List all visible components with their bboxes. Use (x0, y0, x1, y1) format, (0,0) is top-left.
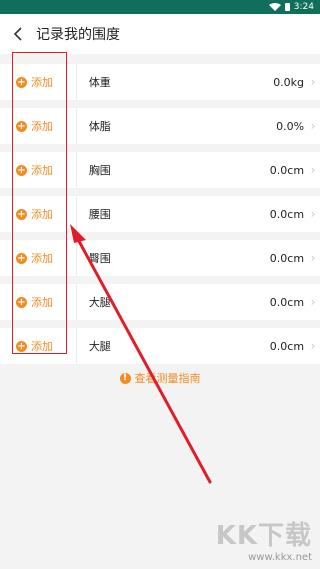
measurement-name: 体脂 (88, 120, 111, 133)
measurement-row-hip: + 添加 臀围 0.0cm › (0, 240, 320, 276)
add-button[interactable]: + 添加 (0, 74, 70, 90)
measurement-name: 腰围 (88, 208, 111, 221)
status-icons: 3:24 (268, 2, 314, 12)
measurement-name: 臀围 (88, 252, 111, 265)
chevron-right-icon[interactable]: › (306, 119, 320, 133)
measurement-name: 大腿 (88, 296, 111, 309)
chevron-right-icon[interactable]: › (306, 163, 320, 177)
plus-circle-icon: + (16, 164, 27, 176)
back-button[interactable] (10, 26, 26, 42)
add-label: 添加 (31, 296, 53, 309)
measurement-value[interactable]: 0.0cm (216, 208, 304, 221)
chevron-right-icon[interactable]: › (306, 339, 320, 353)
chevron-left-icon (13, 27, 22, 41)
watermark: KK下载 www.kkx.net (216, 515, 312, 563)
add-label: 添加 (31, 340, 53, 353)
measurement-row-thigh-2: + 添加 大腿 0.0cm › (0, 328, 320, 364)
measurement-value[interactable]: 0.0cm (216, 296, 304, 309)
status-bar: 3:24 (0, 0, 320, 14)
status-time: 3:24 (293, 2, 314, 12)
measurement-row-thigh: + 添加 大腿 0.0cm › (0, 284, 320, 320)
measurement-value[interactable]: 0.0cm (216, 252, 304, 265)
plus-circle-icon: + (16, 76, 27, 88)
measurement-guide-link[interactable]: ! 查看测量指南 (0, 370, 320, 386)
measurement-name: 胸围 (88, 164, 111, 177)
add-label: 添加 (31, 252, 53, 265)
page-title: 记录我的围度 (36, 27, 120, 43)
measurement-name: 大腿 (88, 340, 111, 353)
add-label: 添加 (31, 120, 53, 133)
measurement-row-waist: + 添加 腰围 0.0cm › (0, 196, 320, 232)
add-button[interactable]: + 添加 (0, 206, 70, 222)
measurement-value[interactable]: 0.0% (216, 120, 304, 133)
chevron-right-icon[interactable]: › (306, 295, 320, 309)
plus-circle-icon: + (16, 340, 27, 352)
chevron-right-icon[interactable]: › (306, 207, 320, 221)
add-label: 添加 (31, 76, 53, 89)
measurement-name: 体重 (88, 76, 111, 89)
wifi-icon (268, 3, 281, 11)
plus-circle-icon: + (16, 208, 27, 220)
add-label: 添加 (31, 164, 53, 177)
add-button[interactable]: + 添加 (0, 162, 70, 178)
battery-icon (284, 3, 290, 11)
watermark-url: www.kkx.net (248, 552, 312, 563)
plus-circle-icon: + (16, 120, 27, 132)
add-label: 添加 (31, 208, 53, 221)
alert-circle-icon: ! (119, 372, 131, 384)
measurement-value[interactable]: 0.0cm (216, 164, 304, 177)
watermark-brand: KK下载 (215, 521, 312, 551)
add-button[interactable]: + 添加 (0, 250, 70, 266)
measurement-value[interactable]: 0.0kg (216, 76, 304, 89)
add-button[interactable]: + 添加 (0, 118, 70, 134)
measurement-row-chest: + 添加 胸围 0.0cm › (0, 152, 320, 188)
chevron-right-icon[interactable]: › (306, 251, 320, 265)
top-bar: 记录我的围度 (0, 14, 320, 54)
chevron-right-icon[interactable]: › (306, 75, 320, 89)
add-button[interactable]: + 添加 (0, 294, 70, 310)
plus-circle-icon: + (16, 252, 27, 264)
add-button[interactable]: + 添加 (0, 338, 70, 354)
measurement-value[interactable]: 0.0cm (216, 340, 304, 353)
plus-circle-icon: + (16, 296, 27, 308)
measurement-row-weight: + 添加 体重 0.0kg › (0, 64, 320, 100)
guide-label: 查看测量指南 (134, 372, 201, 385)
measurement-list: + 添加 体重 0.0kg › + 添加 体脂 0.0% › + 添加 胸围 0… (0, 64, 320, 364)
measurement-row-bodyfat: + 添加 体脂 0.0% › (0, 108, 320, 144)
